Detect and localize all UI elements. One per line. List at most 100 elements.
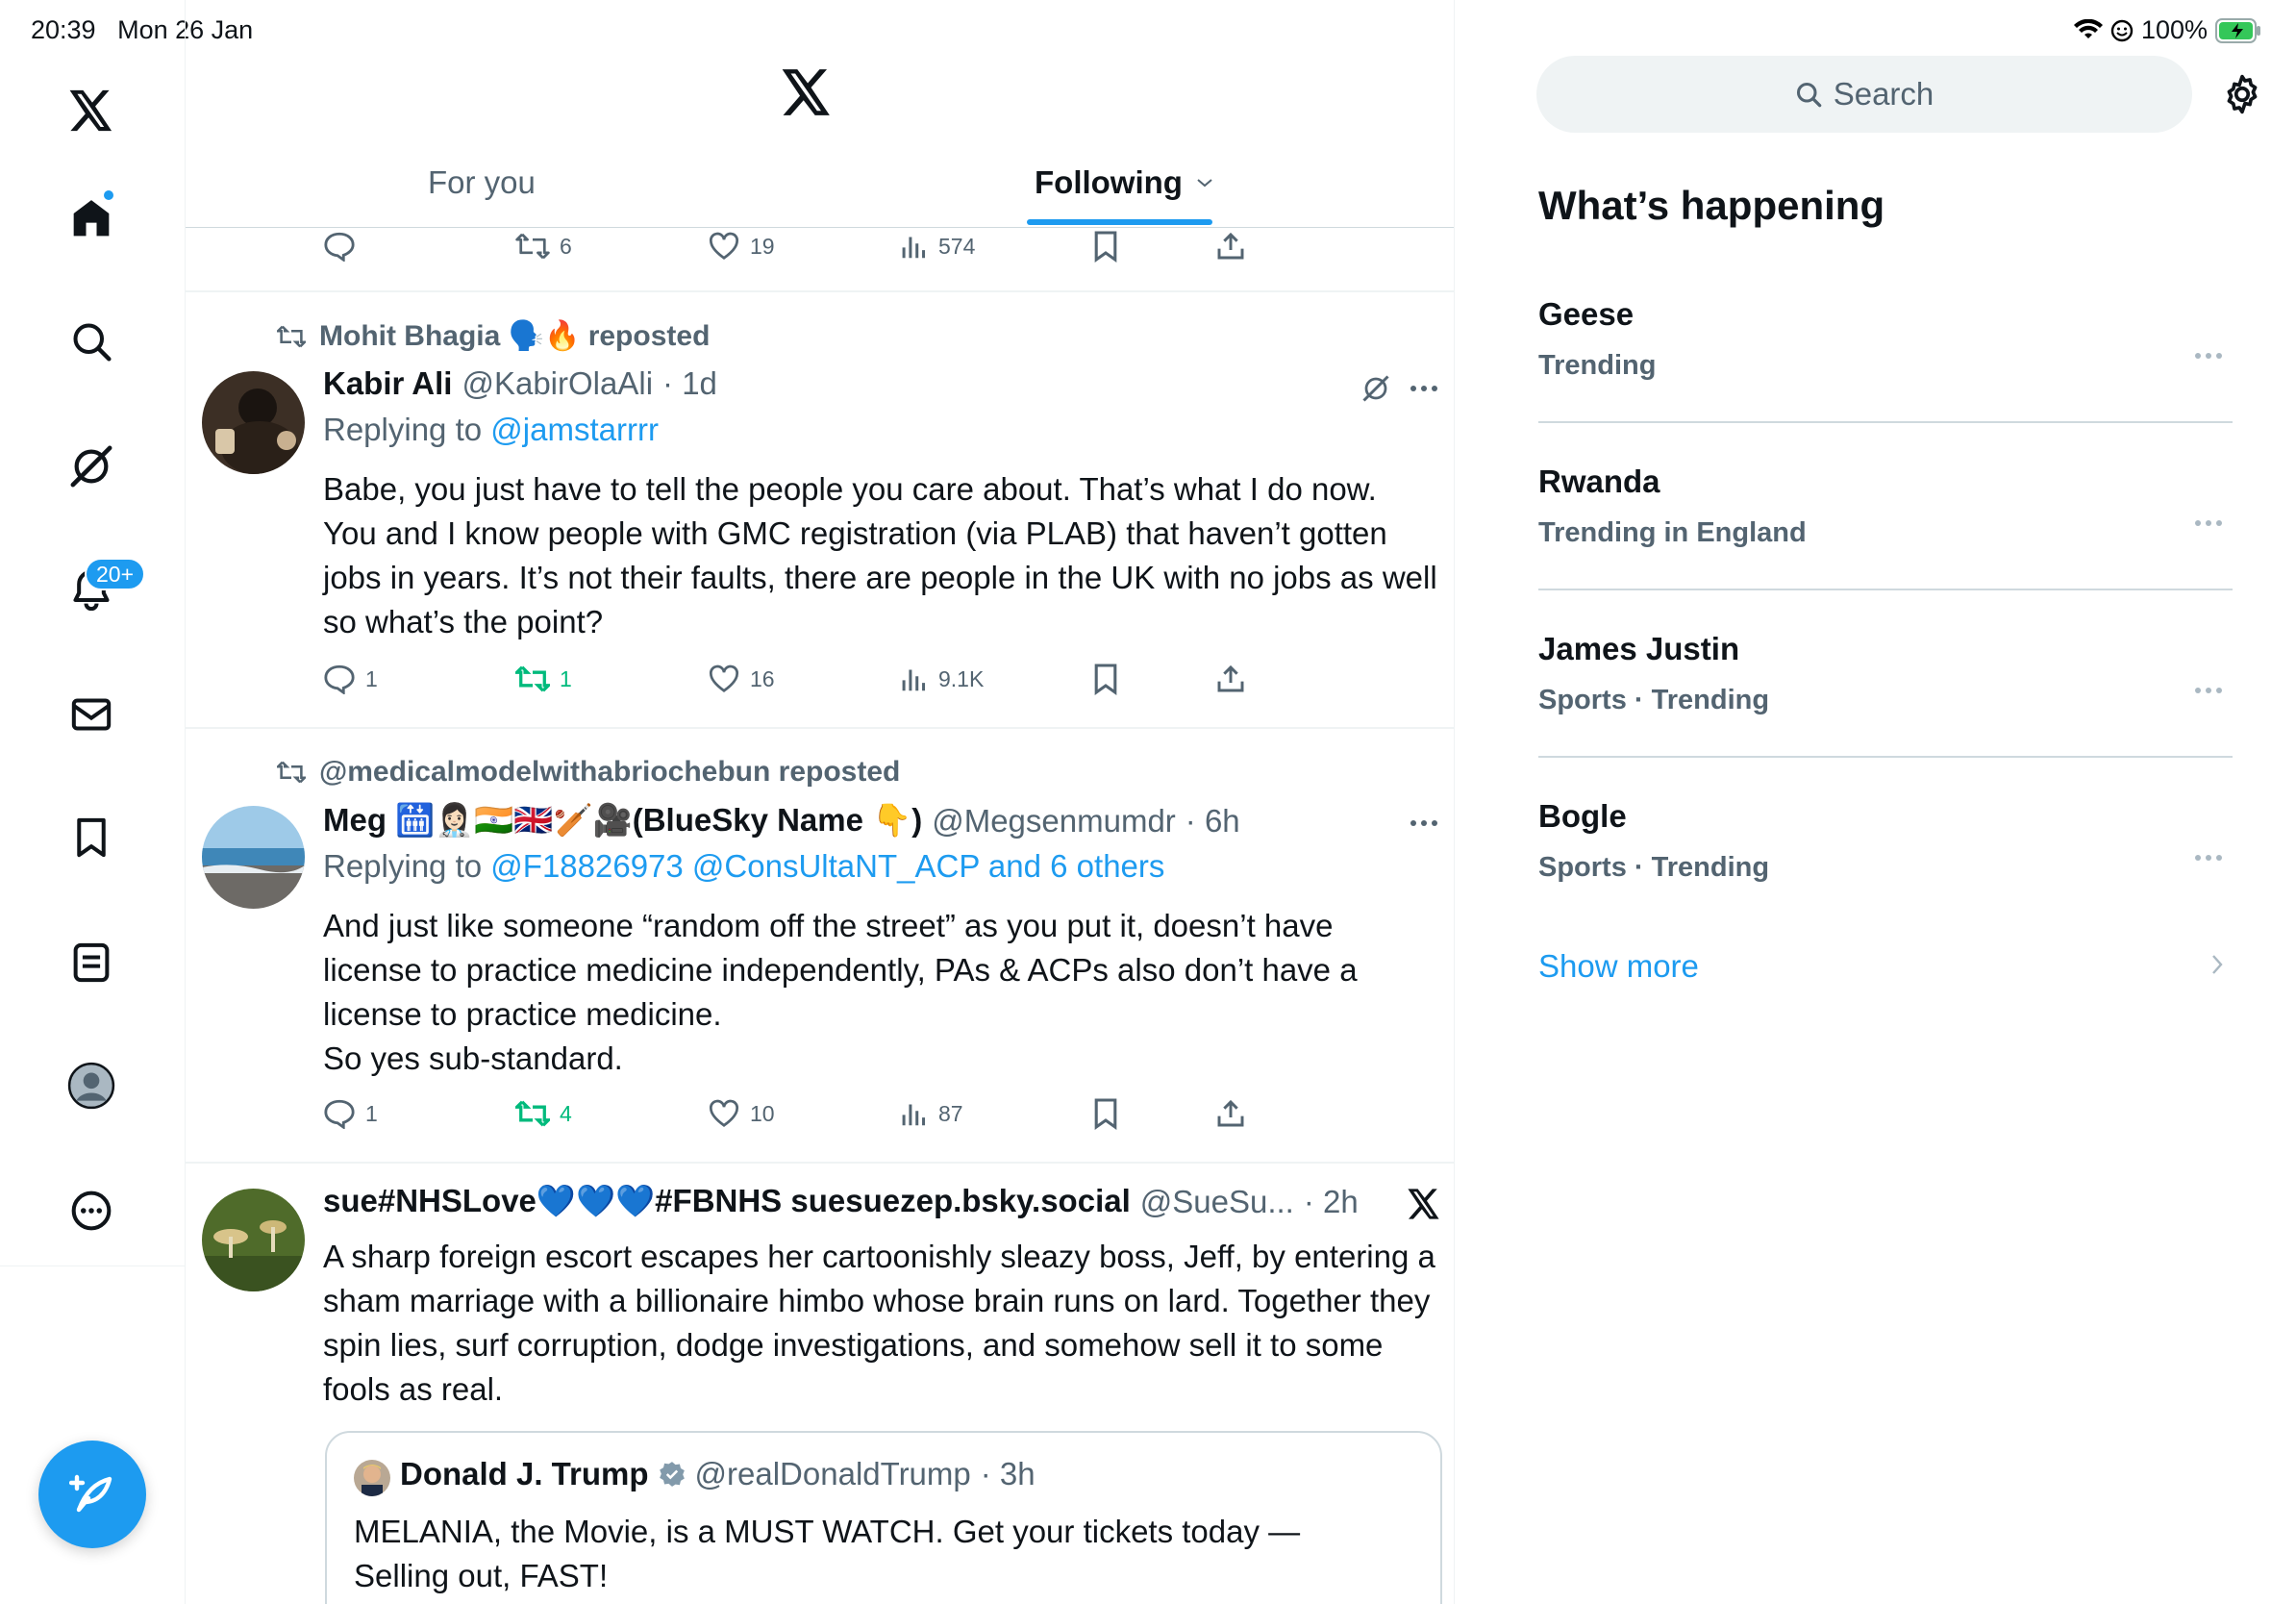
nav-grok[interactable]: [60, 435, 123, 498]
trend-item[interactable]: James Justin Sports · Trending: [1538, 610, 2233, 777]
tweet-divider: [186, 727, 1454, 729]
tab-following[interactable]: Following: [1035, 162, 1213, 204]
author-name[interactable]: Meg 🛗👩🏻‍⚕️🇮🇳🇬🇧🏏🎥(BlueSky Name 👇): [323, 802, 922, 840]
trend-name: Rwanda: [1538, 464, 1660, 499]
trend-item[interactable]: Bogle Sports · Trending: [1538, 777, 2233, 944]
trend-item[interactable]: Geese Trending: [1538, 275, 2233, 442]
nav-messages[interactable]: [60, 683, 123, 746]
more-dots-icon[interactable]: [2194, 687, 2223, 694]
share-button[interactable]: [1215, 227, 1246, 265]
more-dots-icon[interactable]: [2194, 854, 2223, 862]
like-button[interactable]: 10: [708, 1094, 775, 1133]
replying-to-mention[interactable]: @F18826973 @ConsUltaNT_ACP and 6 others: [490, 848, 1164, 884]
author-handle[interactable]: @KabirOlaAli: [462, 365, 653, 402]
tweet-more-button[interactable]: [1405, 369, 1443, 408]
trend-meta: Trending in England: [1538, 517, 1807, 548]
settings-gear-icon[interactable]: [2221, 73, 2263, 115]
bookmark-button[interactable]: [1092, 227, 1119, 265]
trend-item[interactable]: Rwanda Trending in England: [1538, 442, 2233, 610]
reply-button[interactable]: 1: [323, 1094, 378, 1133]
more-dots-icon[interactable]: [2194, 519, 2223, 527]
quoted-tweet[interactable]: Donald J. Trump @realDonaldTrump · 3h ME…: [325, 1431, 1442, 1604]
reply-button[interactable]: [323, 227, 365, 265]
views-button[interactable]: 574: [900, 227, 975, 265]
repost-button[interactable]: 4: [515, 1094, 572, 1133]
views-button[interactable]: 9.1K: [900, 660, 984, 698]
wifi-icon: [2073, 18, 2103, 42]
bookmark-icon: [1092, 1097, 1119, 1130]
reply-icon: [323, 664, 356, 694]
repost-count: 1: [560, 665, 572, 691]
reposted-by: @medicalmodelwithabriochebun reposted: [277, 756, 900, 789]
reposted-by-text: @medicalmodelwithabriochebun reposted: [319, 756, 901, 788]
tab-for-you-label: For you: [428, 164, 536, 200]
search-input[interactable]: Search: [1536, 56, 2192, 133]
more-circle-icon: [70, 1190, 112, 1232]
repost-button[interactable]: 6: [515, 227, 572, 265]
author-handle[interactable]: @Megsenmumdr: [932, 803, 1176, 840]
tweet-time[interactable]: · 2h: [1304, 1184, 1359, 1220]
tweet-more-button[interactable]: [1405, 804, 1443, 842]
tab-for-you[interactable]: For you: [428, 162, 536, 204]
quote-author-handle[interactable]: @realDonaldTrump: [695, 1456, 971, 1492]
like-button[interactable]: 19: [708, 227, 775, 265]
tweet-text: Babe, you just have to tell the people y…: [323, 471, 1437, 639]
view-count: 9.1K: [938, 665, 985, 691]
grok-explain-button[interactable]: [1357, 369, 1395, 408]
focus-smiley-icon: [2110, 19, 2134, 42]
home-unread-dot: [104, 190, 113, 200]
quote-time: · 3h: [980, 1456, 1036, 1491]
tweet-time[interactable]: · 1d: [662, 365, 717, 402]
reply-button[interactable]: 1: [323, 660, 378, 698]
repost-count: 6: [560, 233, 572, 259]
nav-search[interactable]: [60, 310, 123, 373]
repost-small-icon: [277, 324, 306, 349]
nav-bookmarks[interactable]: [60, 806, 123, 869]
list-icon: [72, 941, 111, 984]
compose-post-button[interactable]: [38, 1441, 146, 1548]
reposted-by: Mohit Bhagia 🗣️🔥 reposted: [277, 319, 710, 353]
trend-name: Bogle: [1538, 798, 1627, 834]
trend-divider: [1538, 589, 2233, 590]
like-button[interactable]: 16: [708, 660, 775, 698]
home-icon: [70, 197, 112, 239]
share-button[interactable]: [1215, 660, 1246, 698]
share-button[interactable]: [1215, 1094, 1246, 1133]
quote-text: MELANIA, the Movie, is a MUST WATCH. Get…: [354, 1514, 1301, 1593]
tweet-text: A sharp foreign escort escapes her carto…: [323, 1239, 1435, 1407]
author-name[interactable]: sue#NHSLove💙💙💙#FBNHS suesuezep.bsky.soci…: [323, 1183, 1131, 1220]
more-dots-icon[interactable]: [2194, 352, 2223, 360]
tweet-time[interactable]: · 6h: [1185, 803, 1240, 840]
bookmark-button[interactable]: [1092, 660, 1119, 698]
nav-home[interactable]: [60, 187, 123, 250]
status-bar-right: 100%: [2073, 15, 2261, 45]
show-more-link[interactable]: Show more: [1538, 948, 1699, 985]
tweet-text: And just like someone “random off the st…: [323, 908, 1358, 1076]
chevron-right-icon[interactable]: [2209, 952, 2225, 977]
avatar[interactable]: [202, 806, 305, 909]
bookmark-button[interactable]: [1092, 1094, 1119, 1133]
battery-percent: 100%: [2140, 15, 2208, 44]
author-name[interactable]: Kabir Ali: [323, 365, 452, 402]
grok-icon: [69, 444, 113, 489]
trend-name: Geese: [1538, 296, 1635, 332]
nav-profile[interactable]: [60, 1054, 123, 1117]
repost-button[interactable]: 1: [515, 660, 572, 698]
trend-meta: Sports · Trending: [1538, 852, 1770, 883]
share-icon: [1215, 1098, 1246, 1129]
grok-icon: [1361, 374, 1390, 403]
profile-avatar-icon: [67, 1062, 115, 1110]
author-handle[interactable]: @SueSu...: [1140, 1184, 1294, 1220]
verified-gray-badge-icon: [659, 1461, 686, 1488]
quote-author-name[interactable]: Donald J. Trump: [400, 1456, 649, 1492]
x-logo-icon[interactable]: [60, 79, 123, 142]
nav-more[interactable]: [60, 1179, 123, 1242]
avatar[interactable]: [202, 1189, 305, 1291]
reply-icon: [323, 1098, 356, 1129]
views-chart-icon: [900, 1099, 929, 1128]
views-button[interactable]: 87: [900, 1094, 963, 1133]
replying-to-mention[interactable]: @jamstarrrr: [490, 412, 659, 447]
trend-meta: Trending: [1538, 350, 1657, 381]
avatar[interactable]: [202, 371, 305, 474]
nav-lists[interactable]: [60, 931, 123, 994]
